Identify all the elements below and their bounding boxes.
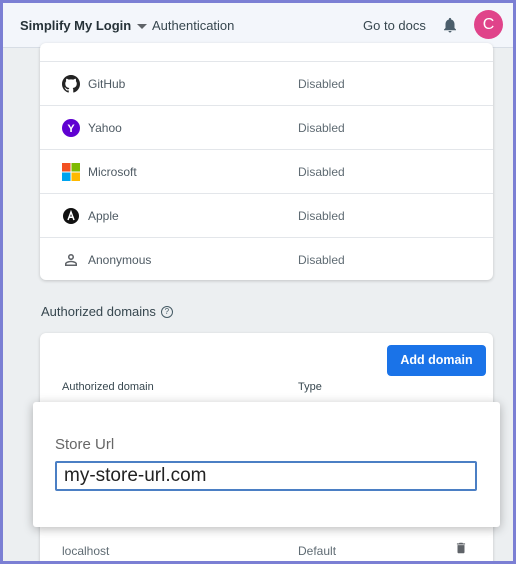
provider-row[interactable]: Apple Disabled bbox=[40, 193, 493, 237]
type-cell: Default bbox=[298, 544, 337, 558]
column-header-type: Type bbox=[298, 381, 322, 393]
notifications-bell-icon[interactable] bbox=[441, 14, 459, 36]
go-to-docs-link[interactable]: Go to docs bbox=[363, 18, 426, 33]
store-url-label: Store Url bbox=[55, 436, 115, 453]
provider-name: Anonymous bbox=[88, 252, 152, 267]
provider-status: Disabled bbox=[298, 120, 345, 135]
project-name: Simplify My Login bbox=[20, 18, 132, 33]
provider-name: GitHub bbox=[88, 76, 126, 91]
provider-row[interactable]: GitHub Disabled bbox=[40, 61, 493, 105]
authorized-domains-title: Authorized domains bbox=[41, 304, 156, 319]
store-url-input[interactable] bbox=[55, 461, 477, 491]
sign-in-providers-card: GitHub Disabled Y Yahoo Disabled Microso… bbox=[40, 43, 493, 280]
project-selector[interactable]: Simplify My Login bbox=[20, 18, 148, 33]
page-title: Authentication bbox=[152, 18, 235, 33]
chevron-down-icon bbox=[137, 23, 148, 29]
microsoft-icon bbox=[62, 162, 80, 181]
provider-name: Apple bbox=[88, 208, 119, 223]
top-app-bar: Simplify My Login Authentication Go to d… bbox=[3, 3, 513, 48]
section-heading: Authorized domains ? bbox=[41, 304, 173, 319]
column-header-domain: Authorized domain bbox=[62, 381, 154, 393]
github-icon bbox=[62, 74, 80, 93]
provider-name: Microsoft bbox=[88, 164, 137, 179]
provider-status: Disabled bbox=[298, 252, 345, 267]
provider-status: Disabled bbox=[298, 76, 345, 91]
apple-icon bbox=[63, 207, 79, 224]
person-icon bbox=[65, 253, 77, 266]
provider-row[interactable]: Microsoft Disabled bbox=[40, 149, 493, 193]
provider-name: Yahoo bbox=[88, 120, 122, 135]
provider-row[interactable]: Anonymous Disabled bbox=[40, 237, 493, 281]
delete-trash-icon[interactable] bbox=[454, 539, 468, 557]
yahoo-icon: Y bbox=[62, 118, 80, 137]
add-domain-button[interactable]: Add domain bbox=[387, 345, 486, 376]
help-icon[interactable]: ? bbox=[160, 305, 173, 318]
provider-status: Disabled bbox=[298, 208, 345, 223]
avatar[interactable]: C bbox=[474, 10, 503, 39]
store-url-dialog: Store Url bbox=[33, 402, 500, 527]
app-frame: Simplify My Login Authentication Go to d… bbox=[0, 0, 516, 564]
domain-cell: localhost bbox=[62, 544, 110, 558]
provider-row[interactable]: Y Yahoo Disabled bbox=[40, 105, 493, 149]
svg-text:Y: Y bbox=[67, 123, 75, 135]
provider-status: Disabled bbox=[298, 164, 345, 179]
